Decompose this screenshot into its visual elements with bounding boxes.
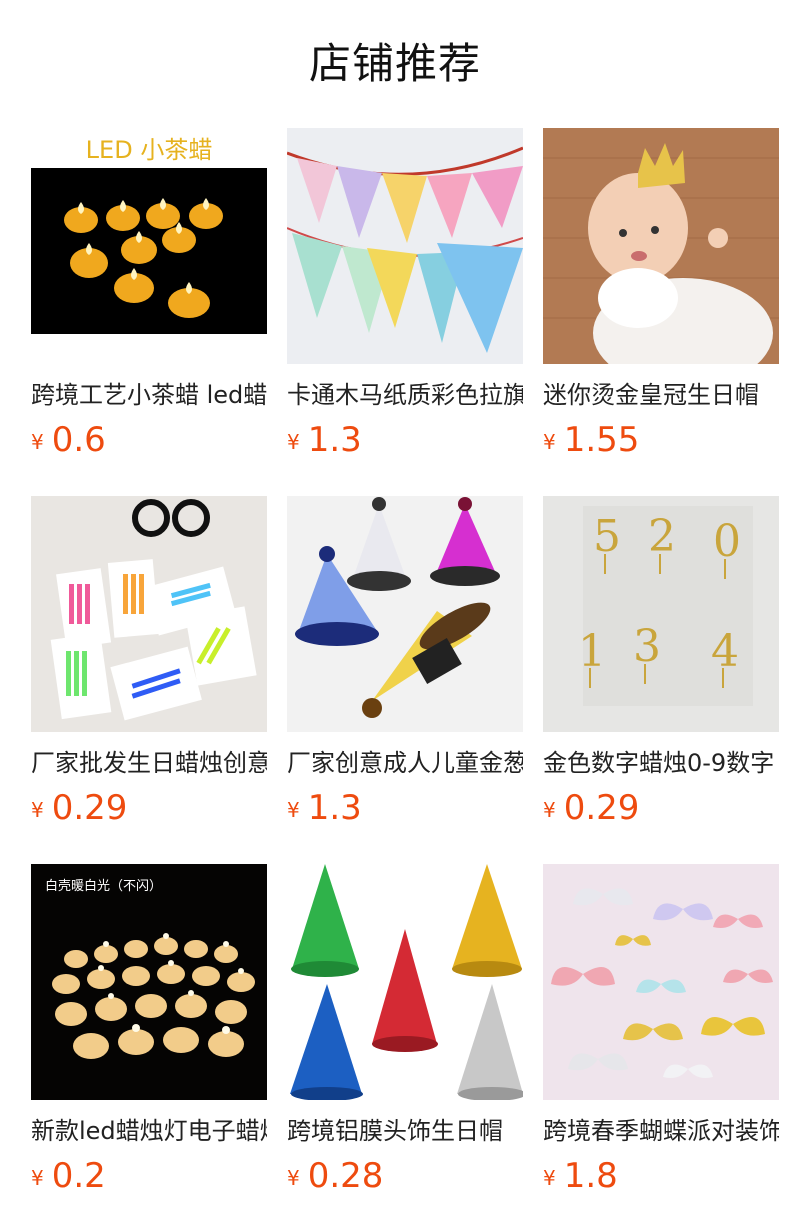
product-name[interactable]: 跨境铝膜头饰生日帽 bbox=[287, 1114, 523, 1148]
image-caption: 白壳暖白光（不闪） bbox=[45, 878, 162, 894]
product-price: ¥0.6 bbox=[31, 418, 267, 462]
product-card[interactable]: 5 2 0 1 3 4 金色数字蜡烛0-9数字 ¥0.29 bbox=[543, 496, 779, 842]
product-card[interactable]: 卡通木马纸质彩色拉旗 ¥1.3 bbox=[287, 128, 523, 474]
product-price: ¥1.8 bbox=[543, 1154, 779, 1198]
product-card[interactable]: LED 小茶蜡 跨境工艺小茶蜡 led蜡烛 ¥ 0.6 bbox=[31, 128, 267, 474]
price-amount: 1.3 bbox=[307, 420, 362, 460]
product-price: ¥0.29 bbox=[543, 786, 779, 830]
svg-text:4: 4 bbox=[711, 626, 739, 677]
product-name[interactable]: 厂家批发生日蜡烛创意 bbox=[31, 746, 267, 780]
section-title: 店铺推荐 bbox=[308, 39, 481, 88]
svg-text:3: 3 bbox=[633, 621, 661, 672]
product-card[interactable]: 厂家创意成人儿童金葱 ¥1.3 bbox=[287, 496, 523, 842]
price-amount: 0.6 bbox=[51, 420, 106, 460]
product-image[interactable]: LED 小茶蜡 bbox=[31, 128, 267, 364]
product-image[interactable] bbox=[287, 496, 523, 732]
product-card[interactable]: 厂家批发生日蜡烛创意 ¥0.29 bbox=[31, 496, 267, 842]
price-amount: 0.28 bbox=[307, 1156, 384, 1196]
currency-symbol: ¥ bbox=[287, 1166, 300, 1190]
price-amount: 1.3 bbox=[307, 788, 362, 828]
product-image[interactable] bbox=[543, 864, 779, 1100]
product-name[interactable]: 卡通木马纸质彩色拉旗 bbox=[287, 378, 523, 412]
product-price: ¥0.28 bbox=[287, 1154, 523, 1198]
product-image[interactable] bbox=[31, 496, 267, 732]
currency-symbol: ¥ bbox=[543, 1166, 556, 1190]
product-image[interactable] bbox=[287, 864, 523, 1100]
product-price: ¥1.3 bbox=[287, 418, 523, 462]
price-amount: 1.8 bbox=[563, 1156, 618, 1196]
price-amount: 1.55 bbox=[563, 420, 640, 460]
product-image[interactable] bbox=[543, 128, 779, 364]
product-card[interactable]: 跨境春季蝴蝶派对装饰 ¥1.8 bbox=[543, 864, 779, 1210]
price-amount: 0.29 bbox=[563, 788, 640, 828]
product-name[interactable]: 跨境工艺小茶蜡 led蜡烛 bbox=[31, 378, 267, 412]
currency-symbol: ¥ bbox=[31, 1166, 44, 1190]
product-name[interactable]: 新款led蜡烛灯电子蜡烛 bbox=[31, 1114, 267, 1148]
product-price: ¥1.55 bbox=[543, 418, 779, 462]
currency-symbol: ¥ bbox=[31, 430, 44, 454]
product-image[interactable] bbox=[287, 128, 523, 364]
svg-text:5: 5 bbox=[593, 511, 621, 562]
currency-symbol: ¥ bbox=[543, 430, 556, 454]
product-price: ¥0.29 bbox=[31, 786, 267, 830]
price-amount: 0.29 bbox=[51, 788, 128, 828]
currency-symbol: ¥ bbox=[287, 430, 300, 454]
product-name[interactable]: 厂家创意成人儿童金葱 bbox=[287, 746, 523, 780]
svg-text:0: 0 bbox=[713, 516, 741, 567]
svg-text:2: 2 bbox=[648, 511, 676, 562]
currency-symbol: ¥ bbox=[543, 798, 556, 822]
product-name[interactable]: 金色数字蜡烛0-9数字 bbox=[543, 746, 779, 780]
product-name[interactable]: 跨境春季蝴蝶派对装饰 bbox=[543, 1114, 779, 1148]
product-card[interactable]: 迷你烫金皇冠生日帽 ¥1.55 bbox=[543, 128, 779, 474]
product-price: ¥0.2 bbox=[31, 1154, 267, 1198]
product-name[interactable]: 迷你烫金皇冠生日帽 bbox=[543, 378, 779, 412]
currency-symbol: ¥ bbox=[287, 798, 300, 822]
product-image[interactable]: 白壳暖白光（不闪） bbox=[31, 864, 267, 1100]
currency-symbol: ¥ bbox=[31, 798, 44, 822]
product-card[interactable]: 白壳暖白光（不闪） 新款led蜡烛灯电子蜡烛 ¥0.2 bbox=[31, 864, 267, 1210]
svg-text:1: 1 bbox=[578, 626, 606, 677]
image-caption: LED 小茶蜡 bbox=[86, 136, 213, 164]
product-image[interactable]: 5 2 0 1 3 4 bbox=[543, 496, 779, 732]
product-card[interactable]: 跨境铝膜头饰生日帽 ¥0.28 bbox=[287, 864, 523, 1210]
price-amount: 0.2 bbox=[51, 1156, 106, 1196]
product-price: ¥1.3 bbox=[287, 786, 523, 830]
